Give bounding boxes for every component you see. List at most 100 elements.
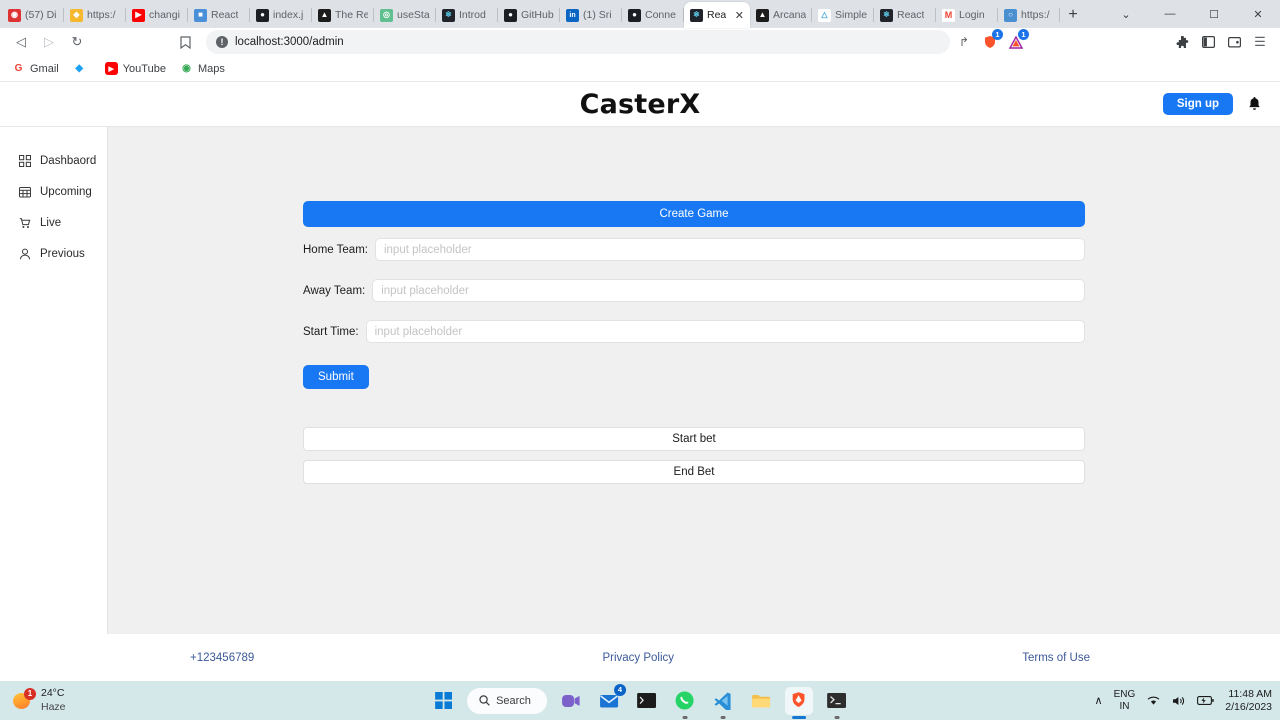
clock-time: 11:48 AM [1228,687,1272,700]
submit-button[interactable]: Submit [303,365,369,389]
forward-icon[interactable]: ▷ [36,30,62,54]
bookmarks-bar: G Gmail ◆ ▶ YouTube ◉ Maps [0,56,1280,82]
sidebar-toggle-icon[interactable] [1196,30,1220,54]
bookmark-maps[interactable]: ◉ Maps [180,62,225,75]
site-info-icon[interactable]: ! [216,36,228,48]
browser-tab[interactable]: ● Conne [622,2,684,28]
start-bet-button[interactable]: Start bet [303,427,1085,451]
taskbar-app-vscode[interactable] [709,687,737,719]
clock-date: 2/16/2023 [1225,700,1272,713]
maps-icon: ◉ [182,63,191,74]
clock[interactable]: 11:48 AM 2/16/2023 [1225,688,1272,713]
taskbar-app-powershell[interactable] [823,687,851,719]
brave-shields-badge: 1 [992,29,1003,40]
minimize-icon[interactable]: — [1148,0,1192,28]
form-row-start-time: Start Time: [303,320,1085,343]
tab-favicon-icon: ◆ [70,8,83,22]
away-team-label: Away Team: [303,284,366,297]
browser-menu-icon[interactable]: ☰ [1248,30,1272,54]
create-game-button[interactable]: Create Game [303,201,1085,227]
tab-favicon-icon: ⚛ [690,8,703,22]
footer-phone-link[interactable]: +123456789 [190,652,254,664]
taskbar-search[interactable]: Search [467,687,547,714]
tab-title: The Re [335,9,368,21]
sidebar-item-live[interactable]: Live [0,207,107,238]
taskbar-app-whatsapp[interactable] [671,687,699,719]
brave-rewards-icon[interactable]: 1 [1004,29,1029,54]
tab-title: Arcana [773,9,806,21]
weather-widget[interactable]: 1 24°C Haze [0,687,66,713]
maximize-icon[interactable]: ☐ [1192,0,1236,28]
bookmark-gmail[interactable]: G Gmail [12,62,59,75]
language-indicator[interactable]: ENG IN [1114,689,1136,712]
new-tab-button[interactable]: + [1060,2,1086,28]
tab-favicon-icon: ◎ [380,8,393,22]
browser-tab[interactable]: ◉ (57) Di [2,2,64,28]
tab-favicon-icon: ⚛ [880,8,893,22]
tab-title: Login [959,9,985,21]
tray-expand-icon[interactable]: ∧ [1095,694,1103,707]
browser-tab[interactable]: ◆ https:/ [64,2,126,28]
browser-tab[interactable]: ▲ The Re [312,2,374,28]
bookmark-youtube[interactable]: ▶ YouTube [104,62,166,75]
back-icon[interactable]: ◁ [8,30,34,54]
extensions-icon[interactable] [1170,30,1194,54]
volume-icon[interactable] [1172,695,1186,707]
browser-tab[interactable]: ○ https:/ [998,2,1060,28]
start-button[interactable] [429,687,457,715]
browser-tab[interactable]: ■ React [188,2,250,28]
tab-title: https:/ [87,9,116,21]
wallet-icon[interactable] [1222,30,1246,54]
share-icon[interactable]: ↱ [952,30,976,54]
close-window-icon[interactable]: ✕ [1236,0,1280,28]
browser-tab[interactable]: ● index.j [250,2,312,28]
main-content: Create Game Home Team: Away Team: Start … [108,127,1280,634]
sign-up-button[interactable]: Sign up [1162,93,1233,115]
start-time-input[interactable] [365,320,1085,343]
browser-tab[interactable]: ⚛ Introd [436,2,498,28]
browser-tab[interactable]: M Login [936,2,998,28]
sidebar-item-dashboard[interactable]: Dashbaord [0,145,107,176]
away-team-input[interactable] [372,279,1085,302]
sidebar-item-upcoming[interactable]: Upcoming [0,176,107,207]
browser-tab[interactable]: △ Simple [812,2,874,28]
taskbar-app-mail[interactable]: 4 [595,683,626,715]
bookmark-icon[interactable] [172,30,198,54]
taskbar-app-file-explorer[interactable] [747,687,775,715]
address-bar[interactable]: ! localhost:3000/admin [206,30,950,54]
reload-icon[interactable]: ↻ [64,30,90,54]
start-time-label: Start Time: [303,325,359,338]
tab-title: (57) Di [25,9,57,21]
browser-tab[interactable]: in (1) Sri [560,2,622,28]
taskbar-app-brave[interactable] [784,686,813,719]
browser-tab[interactable]: ● GitHub [498,2,560,28]
bookmark-twitter[interactable]: ◆ [73,62,91,75]
wifi-icon[interactable] [1146,695,1161,707]
grid-icon [18,154,31,167]
battery-icon[interactable] [1197,695,1214,706]
browser-tab[interactable]: ⚛ React [874,2,936,28]
home-team-input[interactable] [374,238,1085,261]
brave-shields-icon[interactable]: 1 [978,29,1003,54]
create-game-form: Create Game Home Team: Away Team: Start … [303,201,1085,493]
tab-close-icon[interactable]: ✕ [735,9,744,22]
taskbar-app-terminal[interactable] [633,687,661,715]
browser-tab[interactable]: ◎ useSta [374,2,436,28]
taskbar-app-teams[interactable] [557,687,585,715]
tab-title: Simple [835,9,868,21]
tab-title: (1) Sri [583,9,612,21]
weather-icon: 1 [12,687,36,712]
footer-terms-link[interactable]: Terms of Use [1022,652,1090,664]
form-row-home-team: Home Team: [303,238,1085,261]
expand-chevron-icon[interactable]: ⌄ [1104,0,1148,28]
sidebar-item-previous[interactable]: Previous [0,238,107,269]
notification-bell-icon[interactable] [1247,96,1262,112]
browser-tab[interactable]: ▲ Arcana [750,2,812,28]
tab-favicon-icon: ⚛ [442,8,455,22]
tab-favicon-icon: ▲ [318,8,331,22]
end-bet-button[interactable]: End Bet [303,460,1085,484]
cart-icon [18,216,31,229]
browser-tab-active[interactable]: ⚛ Rea ✕ [684,2,750,28]
footer-privacy-link[interactable]: Privacy Policy [602,652,674,664]
browser-tab[interactable]: ▶ changi [126,2,188,28]
